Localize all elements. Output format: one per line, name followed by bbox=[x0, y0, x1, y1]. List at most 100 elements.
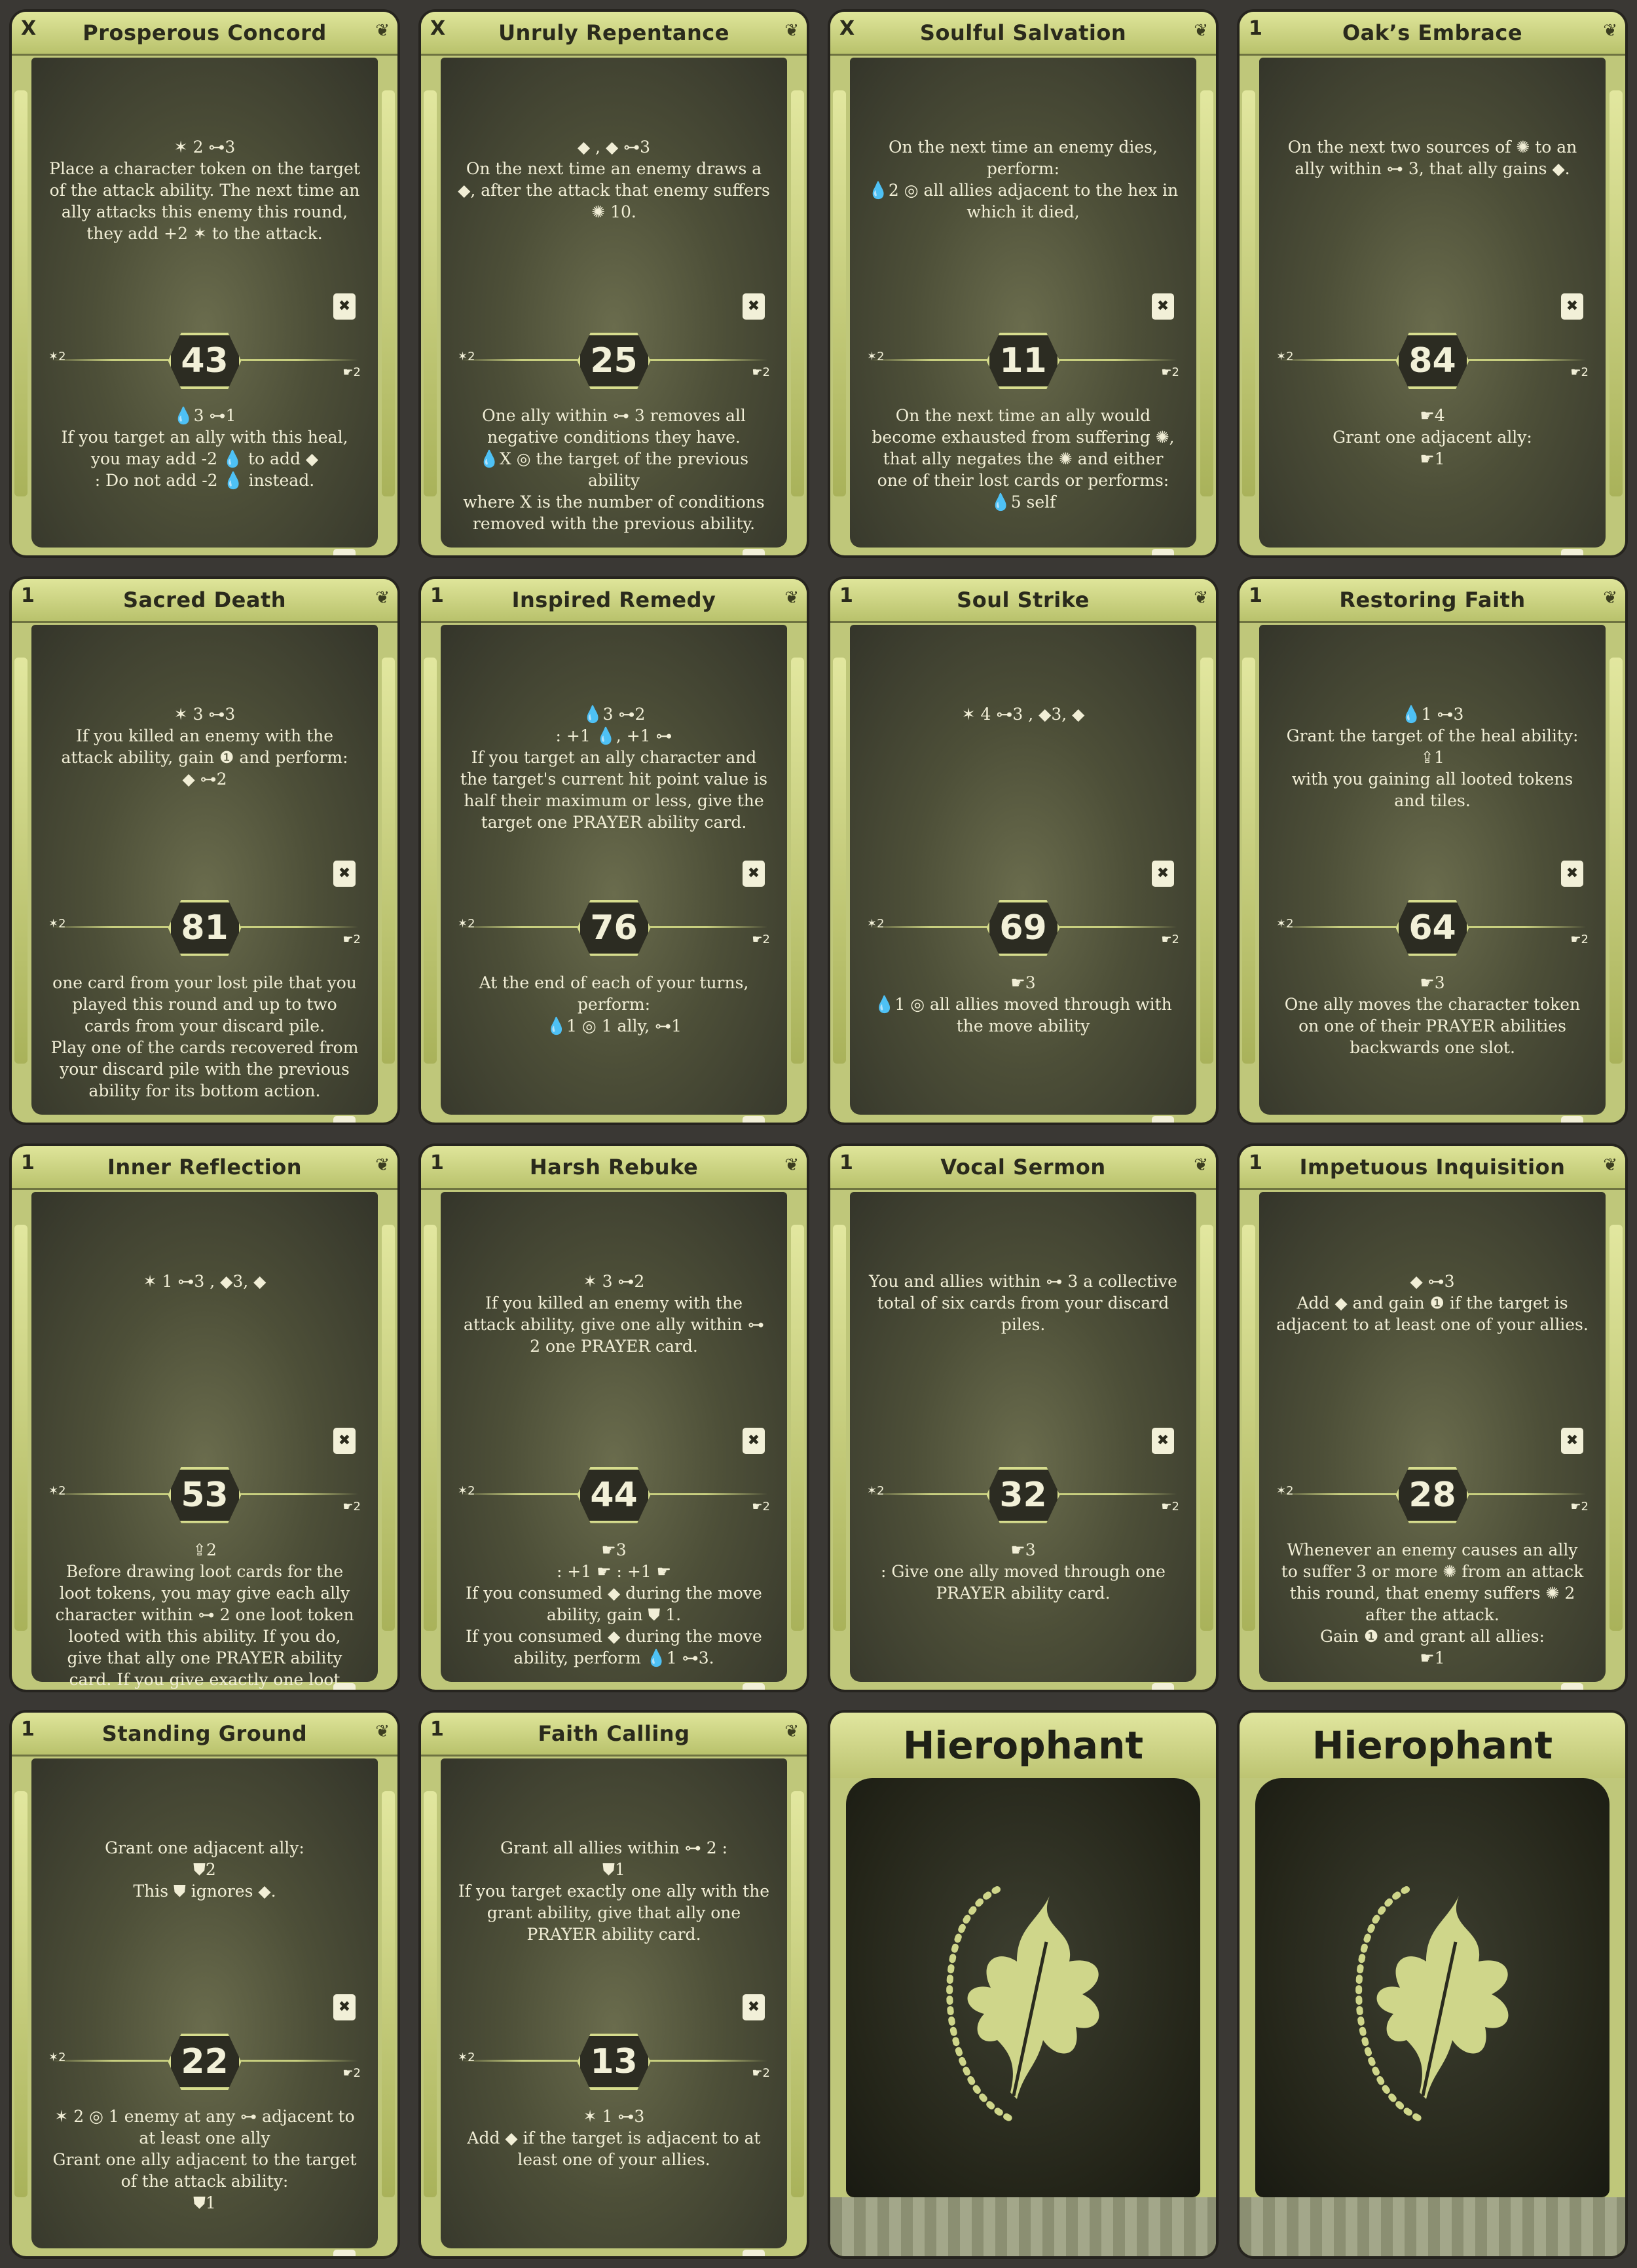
class-leaf-icon: ❦ bbox=[1194, 21, 1208, 41]
card-title: Unruly Repentance bbox=[498, 20, 729, 45]
card-title: Restoring Faith bbox=[1339, 587, 1526, 612]
lost-icon: ✖ bbox=[333, 1427, 356, 1454]
loss-icons: ✖ bbox=[333, 293, 356, 320]
initiative-number: 84 bbox=[1408, 341, 1456, 381]
bottom-action-text: ☛3 One ally moves the character token on… bbox=[1284, 973, 1581, 1057]
card-cell: 1 Oak’s Embrace ❦ On the next two sources o… bbox=[1228, 0, 1637, 567]
lost-icon: ✖ bbox=[333, 2250, 356, 2257]
ability-card[interactable]: X Prosperous Concord ❦ ✶ 2 ⊶3 Place a chara… bbox=[12, 12, 397, 555]
card-cell: 1 Soul Strike ❦ ✶ 4 ⊶3 , ◆3, ◆ 69 ✶2 ☛2 ☛3 💧1 ◎… bbox=[819, 567, 1228, 1134]
top-use-icon: ✶2 bbox=[1276, 350, 1294, 363]
card-back-banner: Hierophant bbox=[1240, 1713, 1625, 1779]
ability-card[interactable]: 1 Harsh Rebuke ❦ ✶ 3 ⊶2 If you killed an en… bbox=[421, 1145, 807, 1690]
lost-icon: ✖ bbox=[1152, 1115, 1174, 1123]
ability-card[interactable]: 1 Inner Reflection ❦ ✶ 1 ⊶3 , ◆3, ◆ 53 ✶2 ☛2 ⇪2… bbox=[12, 1145, 397, 1690]
card-banner: 1 Restoring Faith ❦ bbox=[1240, 578, 1625, 623]
bottom-action-text: Whenever an enemy causes an ally to suff… bbox=[1281, 1540, 1584, 1667]
initiative-row: 11 ✶2 ☛2 bbox=[850, 333, 1196, 389]
card-level: 1 bbox=[21, 1151, 35, 1174]
card-field: ✶ 1 ⊶3 , ◆3, ◆ 53 ✶2 ☛2 ⇪2 Before drawing lo… bbox=[31, 1191, 378, 1690]
card-field: ✶ 3 ⊶3 If you killed an enemy with the a… bbox=[31, 624, 378, 1123]
ability-card[interactable]: 1 Sacred Death ❦ ✶ 3 ⊶3 If you killed an en… bbox=[12, 578, 397, 1123]
top-use-icon: ✶2 bbox=[458, 2051, 475, 2065]
frame-bar-left bbox=[14, 657, 28, 1064]
card-title: Inner Reflection bbox=[107, 1154, 303, 1180]
lost-icon: ✖ bbox=[1152, 549, 1174, 555]
bottom-action-text: ✶ 1 ⊶3 Add ◆ if the target is adjacent t… bbox=[467, 2107, 761, 2170]
lost-icon: ✖ bbox=[1561, 549, 1583, 555]
card-back-footer bbox=[830, 2197, 1216, 2257]
loss-icons: ✖ bbox=[1152, 293, 1174, 320]
bottom-action-text: ☛3 : +1 ☛ : +1 ☛ If you consumed ◆ durin… bbox=[466, 1540, 762, 1667]
frame-bar-right bbox=[1609, 90, 1623, 496]
bottom-action-text: ☛3 : Give one ally moved through one PRA… bbox=[881, 1540, 1166, 1603]
bottom-action-text: One ally within ⊶ 3 removes all negative… bbox=[463, 406, 765, 533]
card-title: Impetuous Inquisition bbox=[1299, 1154, 1566, 1180]
top-action-text: Grant one adjacent ally: ⛊2 This ⛊ ignor… bbox=[105, 1838, 304, 1901]
initiative-row: 13 ✶2 ☛2 bbox=[441, 2034, 787, 2091]
class-leaf-icon: ❦ bbox=[375, 21, 390, 41]
frame-bar-left bbox=[1242, 1224, 1255, 1631]
frame-bar-right bbox=[382, 657, 395, 1064]
loss-icons: ✖ bbox=[1561, 293, 1583, 320]
initiative-row: 43 ✶2 ☛2 bbox=[31, 333, 378, 389]
top-use-icon: ✶2 bbox=[458, 1483, 475, 1498]
card-field: ◆ ⊶3 Add ◆ and gain ❶ if the target is a… bbox=[1259, 1191, 1606, 1690]
ability-card[interactable]: 1 Soul Strike ❦ ✶ 4 ⊶3 , ◆3, ◆ 69 ✶2 ☛2 ☛3 💧1 ◎… bbox=[830, 578, 1216, 1123]
card-cell: 1 Impetuous Inquisition ❦ ◆ ⊶3 Add ◆ and ga… bbox=[1228, 1134, 1637, 1701]
card-banner: X Prosperous Concord ❦ bbox=[12, 12, 397, 56]
lost-icon: ✖ bbox=[743, 1994, 765, 2021]
bottom-action-text: On the next time an ally would become ex… bbox=[872, 406, 1175, 511]
class-leaf-icon: ❦ bbox=[1194, 587, 1208, 608]
initiative-row: 81 ✶2 ☛2 bbox=[31, 899, 378, 956]
card-field: ✶ 4 ⊶3 , ◆3, ◆ 69 ✶2 ☛2 ☛3 💧1 ◎ all allies m… bbox=[850, 624, 1196, 1123]
card-back[interactable]: Hierophant bbox=[1240, 1713, 1625, 2257]
lost-icon: ✖ bbox=[1561, 1682, 1583, 1690]
frame-bar-left bbox=[833, 1224, 846, 1631]
card-level: X bbox=[430, 17, 446, 40]
initiative-row: 22 ✶2 ☛2 bbox=[31, 2034, 378, 2091]
initiative-number: 32 bbox=[999, 1475, 1047, 1515]
card-cell: X Unruly Repentance ❦ ◆ , ◆ ⊶3 On the next … bbox=[409, 0, 819, 567]
ability-card[interactable]: 1 Faith Calling ❦ Grant all allies within ⊶… bbox=[421, 1713, 807, 2257]
bottom-action-text: ☛3 💧1 ◎ all allies moved through with th… bbox=[874, 973, 1172, 1035]
loss-icons: ✖ bbox=[1561, 1427, 1583, 1454]
frame-bar-left bbox=[14, 90, 28, 496]
loss-icons: ✖ bbox=[743, 1994, 765, 2021]
card-banner: X Soulful Salvation ❦ bbox=[830, 12, 1216, 56]
card-banner: 1 Standing Ground ❦ bbox=[12, 1713, 397, 1757]
ability-card[interactable]: X Soulful Salvation ❦ On the next time an e… bbox=[830, 12, 1216, 555]
initiative-badge: 13 bbox=[577, 2034, 651, 2091]
class-leaf-icon: ❦ bbox=[784, 587, 799, 608]
card-field: Grant one adjacent ally: ⛊2 This ⛊ ignor… bbox=[31, 1758, 378, 2257]
initiative-number: 25 bbox=[590, 341, 638, 381]
ability-card[interactable]: 1 Restoring Faith ❦ 💧1 ⊶3 Grant the target … bbox=[1240, 578, 1625, 1123]
ability-card[interactable]: 1 Impetuous Inquisition ❦ ◆ ⊶3 Add ◆ and ga… bbox=[1240, 1145, 1625, 1690]
card-banner: X Unruly Repentance ❦ bbox=[421, 12, 807, 56]
card-back[interactable]: Hierophant bbox=[830, 1713, 1216, 2257]
initiative-row: 28 ✶2 ☛2 bbox=[1259, 1466, 1606, 1523]
bottom-use-icon: ☛2 bbox=[342, 1499, 361, 1514]
initiative-number: 76 bbox=[590, 908, 638, 948]
initiative-badge: 25 bbox=[577, 333, 651, 389]
ability-card[interactable]: 1 Standing Ground ❦ Grant one adjacent ally… bbox=[12, 1713, 397, 2257]
ability-card[interactable]: X Unruly Repentance ❦ ◆ , ◆ ⊶3 On the next … bbox=[421, 12, 807, 555]
class-leaf-icon: ❦ bbox=[1603, 587, 1617, 608]
frame-bar-left bbox=[424, 1224, 437, 1631]
frame-bar-left bbox=[833, 90, 846, 496]
class-leaf-icon: ❦ bbox=[784, 1155, 799, 1175]
initiative-row: 76 ✶2 ☛2 bbox=[441, 899, 787, 956]
bottom-use-icon: ☛2 bbox=[342, 365, 361, 379]
lost-icon: ✖ bbox=[333, 549, 356, 555]
ability-card[interactable]: 1 Oak’s Embrace ❦ On the next two sources o… bbox=[1240, 12, 1625, 555]
card-cell: 1 Faith Calling ❦ Grant all allies within ⊶… bbox=[409, 1701, 819, 2267]
card-level: 1 bbox=[839, 1151, 853, 1174]
ability-card[interactable]: 1 Inspired Remedy ❦ 💧3 ⊶2 : +1 💧, +1 ⊶ If y… bbox=[421, 578, 807, 1123]
lost-icon: ✖ bbox=[333, 1994, 356, 2021]
card-title: Oak’s Embrace bbox=[1342, 20, 1523, 45]
top-action-text: ◆ , ◆ ⊶3 On the next time an enemy draws… bbox=[458, 138, 770, 221]
card-back-title: Hierophant bbox=[902, 1723, 1144, 1768]
top-use-icon: ✶2 bbox=[48, 350, 66, 363]
ability-card[interactable]: 1 Vocal Sermon ❦ You and allies within ⊶ 3 … bbox=[830, 1145, 1216, 1690]
loss-icons-bottom: ✖ bbox=[333, 1115, 356, 1123]
